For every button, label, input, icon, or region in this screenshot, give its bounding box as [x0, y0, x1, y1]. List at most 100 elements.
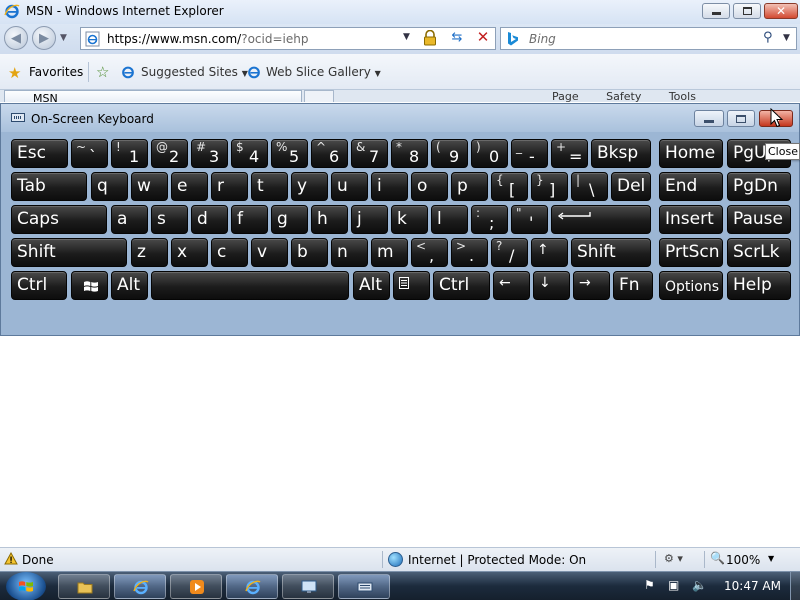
key-semicolon[interactable]: :;	[471, 205, 508, 234]
taskbar-media-player-button[interactable]	[170, 574, 222, 599]
key-open-bracket[interactable]: {[	[491, 172, 528, 201]
key-right-arrow[interactable]: →	[573, 271, 610, 300]
key-win[interactable]	[71, 271, 108, 300]
key-backtick[interactable]: ~ `	[71, 139, 108, 168]
safety-menu[interactable]: Safety	[606, 90, 641, 102]
key-comma[interactable]: <,	[411, 238, 448, 267]
key-0[interactable]: ) 0	[471, 139, 508, 168]
key-fn[interactable]: Fn	[613, 271, 653, 300]
new-tab-button[interactable]	[304, 90, 334, 102]
key-k[interactable]: k	[391, 205, 428, 234]
key-enter[interactable]	[551, 205, 651, 234]
key-w[interactable]: w	[131, 172, 168, 201]
start-button[interactable]	[6, 572, 46, 600]
key-m[interactable]: m	[371, 238, 408, 267]
recent-pages-dropdown[interactable]: ▼	[60, 33, 67, 43]
key-5[interactable]: % 5	[271, 139, 308, 168]
address-dropdown[interactable]: ▼	[403, 32, 410, 42]
key-equals[interactable]: + =	[551, 139, 588, 168]
favorites-button[interactable]: Favorites	[29, 65, 83, 79]
key-shift[interactable]: Shift	[571, 238, 651, 267]
key-l[interactable]: l	[431, 205, 468, 234]
key-o[interactable]: o	[411, 172, 448, 201]
taskbar-ie-window-button[interactable]	[226, 574, 278, 599]
taskbar-remote-desktop-button[interactable]	[282, 574, 334, 599]
tab-msn[interactable]: MSN	[4, 90, 302, 102]
key-a[interactable]: a	[111, 205, 148, 234]
key-home[interactable]: Home	[659, 139, 723, 168]
key-e[interactable]: e	[171, 172, 208, 201]
key-n[interactable]: n	[331, 238, 368, 267]
key-8[interactable]: * 8	[391, 139, 428, 168]
key-shift[interactable]: Shift	[11, 238, 127, 267]
key-bksp[interactable]: Bksp	[591, 139, 651, 168]
address-bar[interactable]: https://www.msn.com/?ocid=iehp ▼ ⇆ ✕	[80, 27, 496, 50]
key-i[interactable]: i	[371, 172, 408, 201]
key-2[interactable]: @2	[151, 139, 188, 168]
key-v[interactable]: v	[251, 238, 288, 267]
key-close-bracket[interactable]: }]	[531, 172, 568, 201]
key-y[interactable]: y	[291, 172, 328, 201]
key-alt[interactable]: Alt	[353, 271, 390, 300]
key-9[interactable]: (9	[431, 139, 468, 168]
tools-menu[interactable]: Tools	[669, 90, 696, 102]
back-button[interactable]: ◀	[4, 26, 28, 50]
key-6[interactable]: ^ 6	[311, 139, 348, 168]
key-pgdn[interactable]: PgDn	[727, 172, 791, 201]
key-quote[interactable]: " '	[511, 205, 548, 234]
key-caps[interactable]: Caps	[11, 205, 107, 234]
security-zone[interactable]: Internet | Protected Mode: On	[408, 553, 586, 567]
key-backslash[interactable]: | \	[571, 172, 608, 201]
key-j[interactable]: j	[351, 205, 388, 234]
network-icon[interactable]: ▣	[668, 578, 684, 594]
suggested-sites-link[interactable]: Suggested Sites ▼	[141, 65, 248, 79]
key-u[interactable]: u	[331, 172, 368, 201]
key-minus[interactable]: _ -	[511, 139, 548, 168]
osk-maximize-button[interactable]	[727, 110, 755, 127]
stop-icon[interactable]: ✕	[475, 28, 491, 48]
addons-icon[interactable]: ⚙ ▾	[664, 552, 683, 565]
key-up-arrow[interactable]: ↑	[531, 238, 568, 267]
volume-icon[interactable]: 🔈	[692, 578, 708, 594]
zoom-dropdown[interactable]: ▼	[768, 554, 774, 563]
key-left-arrow[interactable]: ←	[493, 271, 530, 300]
zoom-level[interactable]: 100%	[726, 553, 760, 567]
web-slice-gallery-link[interactable]: Web Slice Gallery ▼	[266, 65, 381, 79]
key-tab[interactable]: Tab	[11, 172, 87, 201]
key-insert[interactable]: Insert	[659, 205, 723, 234]
key-alt[interactable]: Alt	[111, 271, 148, 300]
key-t[interactable]: t	[251, 172, 288, 201]
key-help[interactable]: Help	[727, 271, 791, 300]
search-placeholder[interactable]: Bing	[529, 32, 556, 46]
close-button[interactable]: ✕	[764, 3, 798, 19]
show-desktop-button[interactable]	[790, 572, 800, 600]
key-f[interactable]: f	[231, 205, 268, 234]
key-space[interactable]	[151, 271, 349, 300]
key-x[interactable]: x	[171, 238, 208, 267]
lock-icon[interactable]	[423, 30, 437, 46]
key-esc[interactable]: Esc	[11, 139, 68, 168]
key-ctrl[interactable]: Ctrl	[11, 271, 67, 300]
taskbar-ie-button[interactable]	[114, 574, 166, 599]
key-g[interactable]: g	[271, 205, 308, 234]
zoom-icon[interactable]: 🔍	[710, 551, 725, 565]
forward-button[interactable]: ▶	[32, 26, 56, 50]
compatibility-view-icon[interactable]: ⇆	[449, 30, 465, 46]
taskbar-explorer-button[interactable]	[58, 574, 110, 599]
key-r[interactable]: r	[211, 172, 248, 201]
key-4[interactable]: $4	[231, 139, 268, 168]
key-ctrl[interactable]: Ctrl	[433, 271, 490, 300]
key-h[interactable]: h	[311, 205, 348, 234]
key-menu[interactable]	[393, 271, 430, 300]
key-prtscn[interactable]: PrtScn	[659, 238, 723, 267]
key-pause[interactable]: Pause	[727, 205, 791, 234]
key-q[interactable]: q	[91, 172, 128, 201]
search-box[interactable]: Bing ⚲ ▼	[500, 27, 797, 50]
osk-minimize-button[interactable]	[694, 110, 724, 127]
key-d[interactable]: d	[191, 205, 228, 234]
key-1[interactable]: ! 1	[111, 139, 148, 168]
key-p[interactable]: p	[451, 172, 488, 201]
maximize-button[interactable]	[733, 3, 761, 19]
add-to-favorites-bar-icon[interactable]: ☆	[96, 63, 109, 81]
action-center-icon[interactable]: ⚑	[644, 578, 660, 594]
